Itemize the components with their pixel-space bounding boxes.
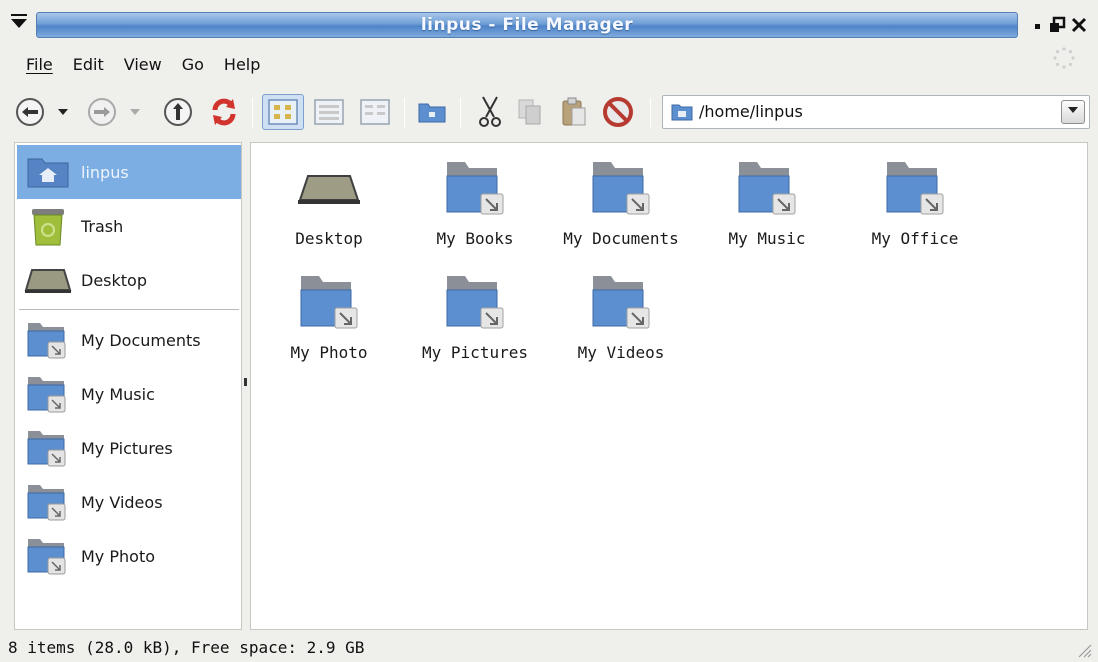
desktop-icon xyxy=(21,253,75,307)
pane-splitter[interactable] xyxy=(242,142,250,630)
folder-link-icon xyxy=(289,271,369,333)
back-icon[interactable] xyxy=(10,94,50,130)
menu-view-label: View xyxy=(123,55,162,74)
file-item-label: My Pictures xyxy=(422,343,528,362)
file-item-my-books[interactable]: My Books xyxy=(405,157,545,257)
folder-location-icon xyxy=(671,102,693,126)
reload-icon[interactable] xyxy=(204,94,244,130)
menu-file[interactable]: File xyxy=(14,52,63,78)
compact-view-icon[interactable] xyxy=(354,94,396,130)
file-item-my-office[interactable]: My Office xyxy=(845,157,985,257)
file-item-label: My Photo xyxy=(290,343,368,362)
sidebar-item-my-videos[interactable]: My Videos xyxy=(17,475,241,529)
file-view[interactable]: Desktop My Books My Documents My Music M… xyxy=(250,142,1088,630)
location-bar[interactable]: /home/linpus xyxy=(662,95,1090,129)
menu-go[interactable]: Go xyxy=(172,52,214,78)
new-folder-icon[interactable] xyxy=(412,94,452,130)
sidebar-item-label: My Videos xyxy=(81,492,163,512)
status-text: 8 items (28.0 kB), Free space: 2.9 GB xyxy=(8,638,365,657)
menu-edit[interactable]: Edit xyxy=(63,52,114,78)
menu-help-label: Help xyxy=(223,55,261,74)
minimize-icon[interactable] xyxy=(1028,14,1048,36)
location-dropdown-button[interactable] xyxy=(1061,100,1085,124)
home-folder-icon xyxy=(21,145,75,199)
toolbar-separator xyxy=(252,98,253,128)
folder-link-icon xyxy=(581,157,661,219)
sidebar-item-label: My Photo xyxy=(81,546,155,566)
file-item-desktop[interactable]: Desktop xyxy=(259,157,399,257)
busy-spinner-icon xyxy=(1052,46,1076,70)
toolbar-separator xyxy=(460,98,461,128)
resize-grip-icon[interactable] xyxy=(1076,642,1092,658)
file-item-my-documents[interactable]: My Documents xyxy=(551,157,691,257)
sidebar-item-label: Trash xyxy=(81,216,124,236)
file-item-label: My Books xyxy=(436,229,514,248)
file-item-label: My Videos xyxy=(577,343,665,362)
copy-icon[interactable] xyxy=(512,94,548,130)
folder-link-icon xyxy=(21,367,75,421)
detail-view-icon[interactable] xyxy=(308,94,350,130)
menu-help[interactable]: Help xyxy=(214,52,270,78)
splitter-grip xyxy=(244,378,247,386)
sidebar-item-label: My Music xyxy=(81,384,155,404)
forward-dropdown-icon[interactable] xyxy=(124,94,146,130)
toolbar-separator xyxy=(404,98,405,128)
sidebar-item-my-photo[interactable]: My Photo xyxy=(17,529,241,583)
folder-link-icon xyxy=(875,157,955,219)
folder-link-icon xyxy=(21,475,75,529)
forward-icon[interactable] xyxy=(82,94,122,130)
sidebar-item-my-music[interactable]: My Music xyxy=(17,367,241,421)
menu-edit-label: Edit xyxy=(72,55,104,74)
delete-icon[interactable] xyxy=(598,94,638,130)
up-icon[interactable] xyxy=(158,94,198,130)
file-item-label: My Music xyxy=(728,229,806,248)
folder-link-icon xyxy=(581,271,661,333)
cut-icon[interactable] xyxy=(472,94,508,130)
file-item-my-music[interactable]: My Music xyxy=(697,157,837,257)
sidebar-item-desktop[interactable]: Desktop xyxy=(17,253,241,307)
sidebar-divider xyxy=(19,309,239,311)
sidebar-item-my-documents[interactable]: My Documents xyxy=(17,313,241,367)
icon-view-icon[interactable] xyxy=(262,94,304,130)
folder-link-icon xyxy=(21,421,75,475)
sidebar-item-my-pictures[interactable]: My Pictures xyxy=(17,421,241,475)
file-item-label: My Office xyxy=(871,229,959,248)
toolbar-separator xyxy=(650,98,651,128)
file-item-label: My Documents xyxy=(563,229,679,248)
back-dropdown-icon[interactable] xyxy=(52,94,74,130)
sidebar-item-label: My Documents xyxy=(81,330,201,350)
desktop-icon xyxy=(289,157,369,219)
paste-icon[interactable] xyxy=(556,94,592,130)
menu-view[interactable]: View xyxy=(114,52,172,78)
side-pane: linpus Trash Desktop My Documents My Mus… xyxy=(14,142,242,630)
sidebar-item-linpus[interactable]: linpus xyxy=(17,145,241,199)
window-title: linpus - File Manager xyxy=(420,15,634,35)
location-path: /home/linpus xyxy=(699,102,803,121)
sidebar-item-label: My Pictures xyxy=(81,438,173,458)
menu-go-label: Go xyxy=(181,55,204,74)
sidebar-item-label: linpus xyxy=(81,162,129,182)
trash-icon xyxy=(21,199,75,253)
file-item-label: Desktop xyxy=(295,229,363,248)
file-item-my-photo[interactable]: My Photo xyxy=(259,271,399,371)
menu-file-label: File xyxy=(26,55,53,74)
file-item-my-videos[interactable]: My Videos xyxy=(551,271,691,371)
status-bar: 8 items (28.0 kB), Free space: 2.9 GB xyxy=(0,636,1098,662)
file-manager-window: linpus - File Manager File Edit View Go … xyxy=(0,0,1098,662)
folder-link-icon xyxy=(435,271,515,333)
window-menu-arrow-icon[interactable] xyxy=(6,12,32,36)
menu-bar: File Edit View Go Help xyxy=(14,52,270,78)
close-icon[interactable] xyxy=(1068,14,1090,36)
folder-link-icon xyxy=(21,313,75,367)
folder-link-icon xyxy=(727,157,807,219)
title-bar[interactable]: linpus - File Manager xyxy=(0,8,1098,42)
file-item-my-pictures[interactable]: My Pictures xyxy=(405,271,545,371)
sidebar-item-trash[interactable]: Trash xyxy=(17,199,241,253)
sidebar-item-label: Desktop xyxy=(81,270,147,290)
folder-link-icon xyxy=(435,157,515,219)
restore-icon[interactable] xyxy=(1046,14,1068,36)
folder-link-icon xyxy=(21,529,75,583)
